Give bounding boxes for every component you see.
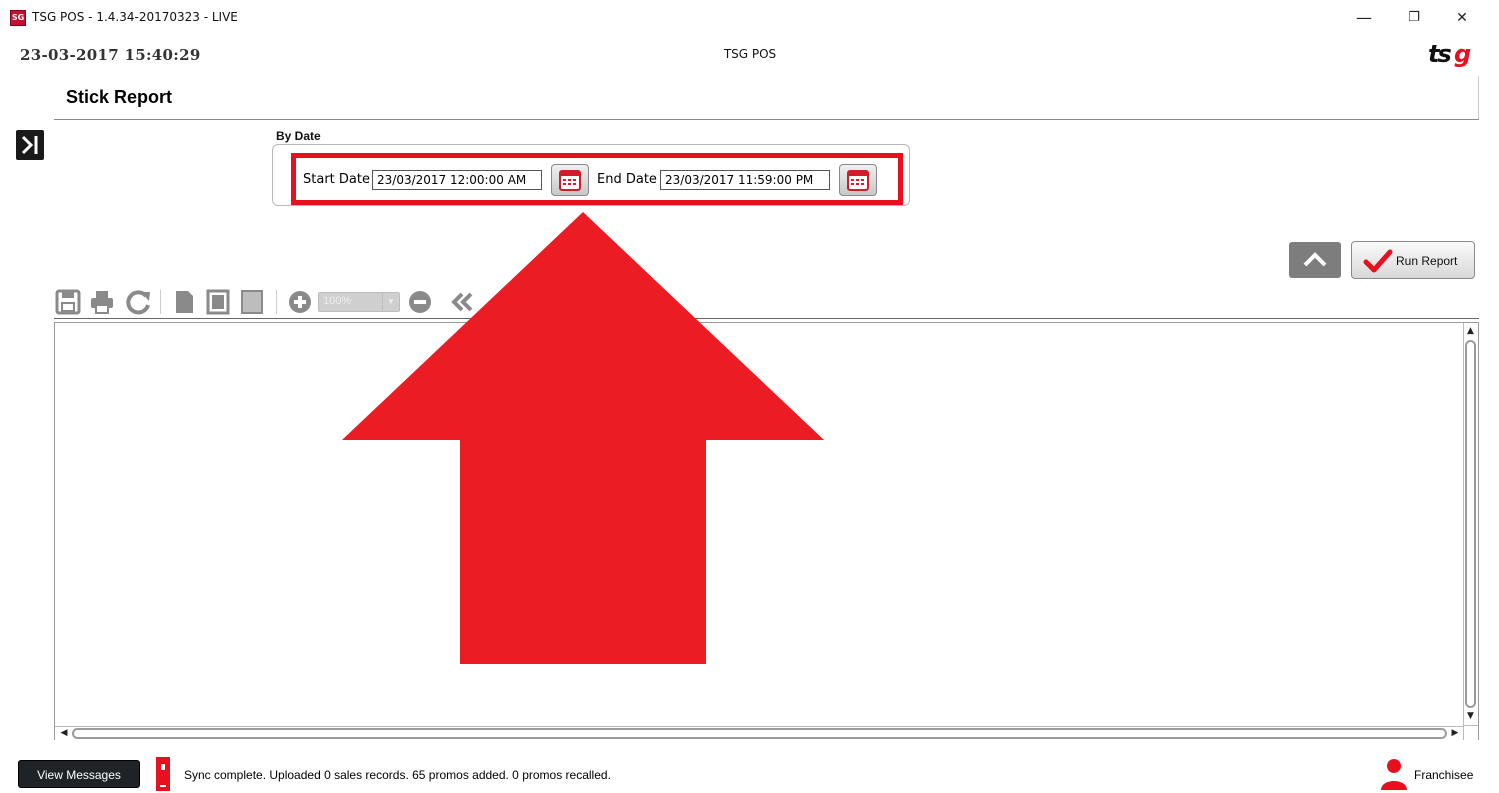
- refresh-icon[interactable]: [124, 288, 152, 316]
- header-title: TSG POS: [723, 47, 777, 61]
- end-date-calendar-button[interactable]: [839, 164, 877, 196]
- collapse-filter-button[interactable]: [1289, 242, 1341, 278]
- zoom-in-icon[interactable]: [286, 288, 314, 316]
- save-icon[interactable]: [54, 288, 82, 316]
- run-report-label: Run Report: [1396, 254, 1458, 268]
- chevron-right-bar-icon: [21, 135, 38, 155]
- toolbar-divider: [276, 290, 277, 314]
- restore-button[interactable]: ❐: [1392, 4, 1436, 32]
- vertical-scroll-thumb[interactable]: [1465, 340, 1476, 708]
- tsg-logo: ts g: [1428, 40, 1471, 68]
- svg-text:g: g: [1454, 40, 1471, 68]
- calendar-icon: [847, 170, 869, 191]
- page-icon[interactable]: [170, 288, 198, 316]
- svg-text:ts: ts: [1428, 40, 1451, 68]
- sync-status-icon: [156, 757, 170, 791]
- minimize-button[interactable]: —: [1342, 4, 1386, 32]
- run-report-button[interactable]: Run Report: [1351, 241, 1475, 279]
- scroll-right-arrow-icon[interactable]: ▶: [1449, 727, 1461, 739]
- divider: [1478, 76, 1479, 120]
- start-date-input[interactable]: [372, 170, 542, 190]
- scroll-corner: [1463, 725, 1478, 740]
- checkmark-icon: [1363, 249, 1393, 273]
- sidebar-expand-button[interactable]: [16, 130, 44, 160]
- divider: [54, 119, 1479, 120]
- header-datetime: 23-03-2017 15:40:29: [20, 46, 201, 64]
- toolbar-divider: [160, 290, 161, 314]
- sync-status-text: Sync complete. Uploaded 0 sales records.…: [184, 768, 611, 782]
- calendar-icon: [559, 170, 581, 191]
- user-icon: [1381, 759, 1407, 790]
- by-date-label: By Date: [276, 129, 321, 143]
- scroll-up-arrow-icon[interactable]: ▲: [1464, 325, 1477, 337]
- window-title: TSG POS - 1.4.34-20170323 - LIVE: [32, 10, 238, 24]
- start-date-label: Start Date: [303, 172, 370, 187]
- page-shaded-icon[interactable]: [238, 288, 266, 316]
- page-outline-icon[interactable]: [204, 288, 232, 316]
- page-title: Stick Report: [66, 87, 173, 107]
- view-messages-button[interactable]: View Messages: [18, 760, 140, 788]
- start-date-calendar-button[interactable]: [551, 164, 589, 196]
- user-role: Franchisee: [1414, 768, 1474, 782]
- chevron-up-icon: [1303, 252, 1327, 267]
- horizontal-scroll-thumb[interactable]: [72, 728, 1447, 739]
- end-date-label: End Date: [597, 172, 657, 187]
- annotation-arrow-up-icon: [342, 212, 824, 664]
- scroll-down-arrow-icon[interactable]: ▼: [1464, 710, 1477, 722]
- scroll-left-arrow-icon[interactable]: ◀: [58, 727, 70, 739]
- end-date-input[interactable]: [660, 170, 830, 190]
- close-button[interactable]: ✕: [1440, 4, 1484, 32]
- app-icon: SG: [10, 10, 26, 26]
- print-icon[interactable]: [88, 288, 116, 316]
